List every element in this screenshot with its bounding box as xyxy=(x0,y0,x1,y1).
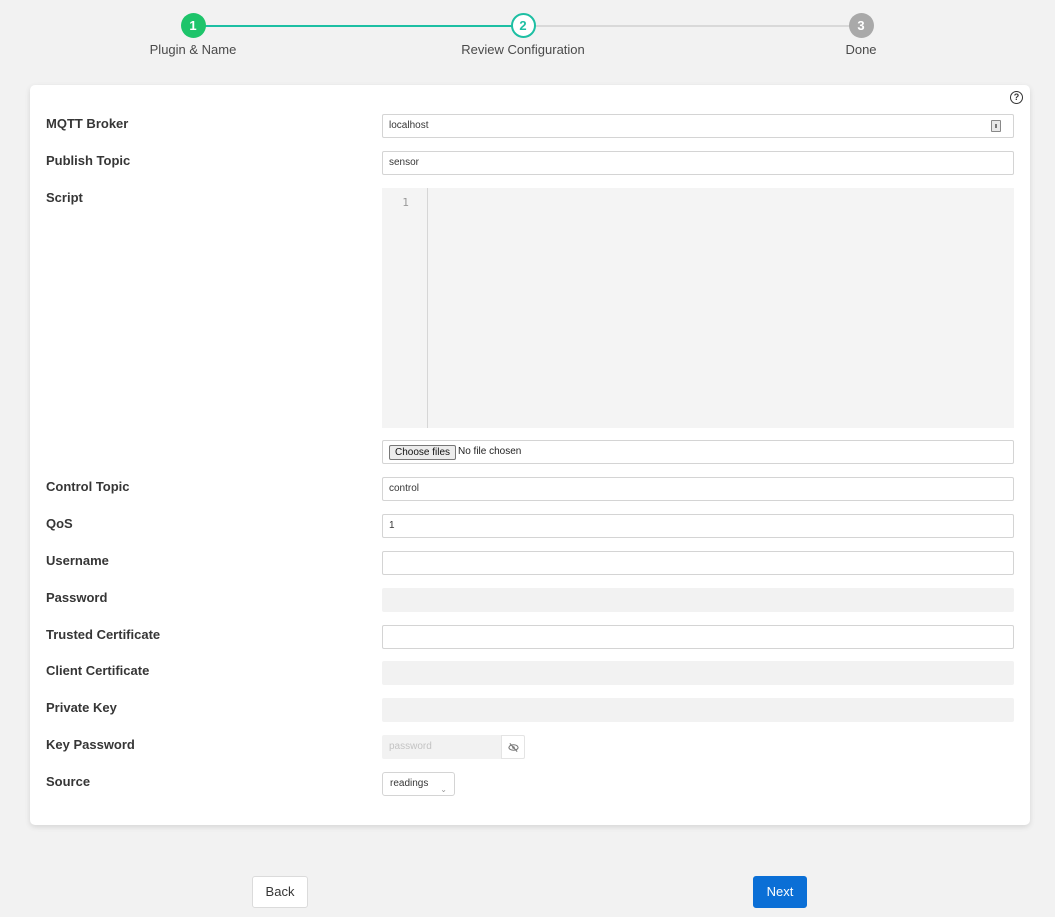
choose-files-button[interactable]: Choose files xyxy=(389,445,457,460)
chevron-down-icon: ⌄ xyxy=(440,785,447,794)
next-button[interactable]: Next xyxy=(753,876,807,908)
mqtt-broker-input[interactable]: localhost xyxy=(382,114,1014,138)
step-label: Review Configuration xyxy=(461,42,585,57)
private-key-label: Private Key xyxy=(46,700,117,715)
line-number: 1 xyxy=(402,196,409,209)
private-key-input[interactable] xyxy=(382,698,1014,722)
client-certificate-input[interactable] xyxy=(382,661,1014,685)
script-editor[interactable]: 1 xyxy=(382,188,1014,428)
trusted-certificate-input[interactable] xyxy=(382,625,1014,649)
eye-slash-icon xyxy=(508,743,519,752)
source-select[interactable]: readings ⌄ xyxy=(382,772,455,796)
source-label: Source xyxy=(46,774,91,789)
mqtt-broker-label: MQTT Broker xyxy=(46,116,129,131)
password-label: Password xyxy=(46,590,108,605)
step-label: Done xyxy=(845,42,877,57)
qos-label: QoS xyxy=(46,516,73,531)
wizard-stepper: 1 Plugin & Name 2 Review Configuration 3… xyxy=(0,13,1055,63)
line-number-gutter: 1 xyxy=(382,188,428,428)
script-label: Script xyxy=(46,190,83,205)
autofill-key-icon[interactable] xyxy=(991,120,1001,132)
username-input[interactable] xyxy=(382,551,1014,575)
control-topic-input[interactable]: control xyxy=(382,477,1014,501)
configuration-card: ? MQTT Broker localhost Publish Topic se… xyxy=(30,85,1030,825)
username-label: Username xyxy=(46,553,109,568)
control-topic-label: Control Topic xyxy=(46,479,130,494)
key-password-input[interactable]: password xyxy=(382,735,501,759)
toggle-password-visibility-button[interactable] xyxy=(501,735,525,759)
step-number: 1 xyxy=(180,13,206,38)
key-password-label: Key Password xyxy=(46,737,135,752)
client-certificate-label: Client Certificate xyxy=(46,663,150,678)
step-label: Plugin & Name xyxy=(149,42,237,57)
step-number: 2 xyxy=(510,13,536,38)
back-button[interactable]: Back xyxy=(252,876,308,908)
step-review-configuration: 2 Review Configuration xyxy=(423,13,623,57)
script-file-input[interactable]: Choose files No file chosen xyxy=(382,440,1014,464)
step-number: 3 xyxy=(848,13,874,38)
qos-input[interactable]: 1 xyxy=(382,514,1014,538)
help-icon[interactable]: ? xyxy=(1010,91,1023,104)
source-selected-value: readings xyxy=(390,778,429,789)
step-plugin-name: 1 Plugin & Name xyxy=(93,13,293,57)
trusted-certificate-label: Trusted Certificate xyxy=(46,627,161,642)
mqtt-broker-value: localhost xyxy=(389,120,429,131)
password-input[interactable] xyxy=(382,588,1014,612)
publish-topic-input[interactable]: sensor xyxy=(382,151,1014,175)
publish-topic-label: Publish Topic xyxy=(46,153,131,168)
file-status: No file chosen xyxy=(458,446,522,457)
step-done: 3 Done xyxy=(761,13,961,57)
